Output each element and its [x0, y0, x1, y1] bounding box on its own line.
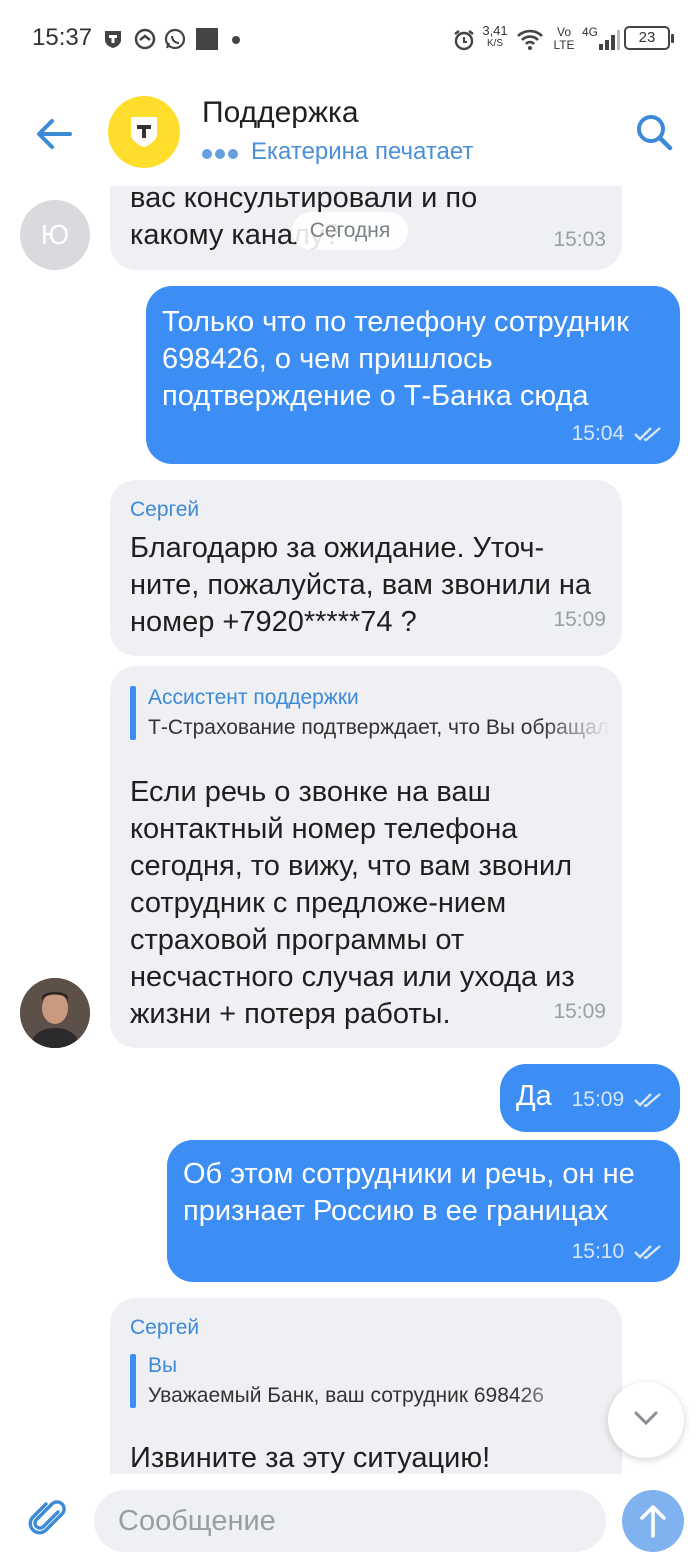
typing-status-text: Екатерина печатает [251, 138, 474, 165]
message-bubble[interactable]: Ассистент поддержки Т-Страхование подтве… [110, 666, 622, 1048]
message-text: Только что по телефону сотрудник 698426,… [162, 306, 629, 412]
image-notification-icon [196, 28, 218, 50]
arrow-up-icon [640, 1505, 666, 1538]
operator-avatar[interactable] [20, 978, 90, 1048]
network-speed: 3,41 K/S [480, 24, 510, 50]
message-time: 15:09 [553, 608, 606, 631]
message-time-text: 15:09 [571, 1088, 625, 1111]
search-icon[interactable] [632, 110, 676, 154]
quote-author: Вы [148, 1354, 178, 1377]
signal-icon [599, 30, 620, 50]
status-time: 15:37 [32, 24, 93, 51]
bank-logo-icon [131, 117, 157, 147]
scroll-to-bottom-button[interactable] [608, 1382, 684, 1458]
typing-status: Екатерина печатает [202, 138, 473, 166]
message-sender: Сергей [130, 1316, 200, 1339]
back-arrow-icon[interactable] [30, 110, 78, 158]
wifi-icon [517, 29, 543, 50]
double-check-icon [634, 1093, 661, 1108]
battery-indicator: 23 [624, 26, 674, 50]
shield-notification-icon [105, 31, 121, 48]
message-text: Извините за эту ситуацию! [130, 1442, 491, 1474]
message-bubble[interactable]: Сергей Благодарю за ожидание. Уточ-ните,… [110, 480, 622, 656]
composer [0, 1474, 700, 1567]
volte-lte: LTE [553, 38, 575, 52]
message-bubble[interactable]: Сергей Вы Уважаемый Банк, ваш сотрудник … [110, 1298, 622, 1474]
whatsapp-icon [164, 28, 186, 50]
status-bar: 15:37 3,41 K/S Vo LTE 4G 23 [0, 0, 700, 80]
person-photo-icon [20, 978, 90, 1048]
message-input[interactable] [94, 1490, 606, 1552]
volte-indicator: Vo LTE [552, 26, 576, 52]
double-check-icon [634, 1245, 661, 1260]
speed-value: 3,41 [482, 23, 508, 38]
message-list[interactable]: Ю вас консультировали и по какому каналу… [0, 186, 700, 1474]
chat-title: Поддержка [202, 96, 359, 129]
message-text: Да [516, 1080, 552, 1112]
paperclip-icon[interactable] [28, 1498, 70, 1540]
quote-text: Т-Страхование подтверждает, что Вы обращ… [148, 716, 610, 739]
message-time: 15:10 [572, 1240, 662, 1264]
message-text: Об этом сотрудники и речь, он не признае… [183, 1158, 635, 1227]
double-check-icon [634, 427, 661, 442]
message-time-text: 15:04 [571, 422, 625, 445]
messenger-notification-icon [134, 28, 156, 50]
message-time: 15:03 [553, 228, 606, 251]
network-type: 4G [581, 25, 598, 39]
quoted-message[interactable]: Вы Уважаемый Банк, ваш сотрудник 698426 [130, 1354, 580, 1408]
typing-dots-icon [202, 138, 241, 166]
chat-header: Поддержка Екатерина печатает [0, 80, 700, 186]
date-chip: Сегодня [292, 212, 408, 250]
alarm-icon [454, 30, 474, 51]
message-time: 15:09 [572, 1088, 662, 1112]
chevron-down-icon [634, 1411, 658, 1426]
message-sender: Сергей [130, 498, 200, 521]
more-notifications-icon [232, 36, 240, 44]
quote-text: Уважаемый Банк, ваш сотрудник 698426 [148, 1384, 544, 1407]
message-time-text: 15:10 [571, 1240, 625, 1263]
speed-unit: K/S [486, 38, 504, 49]
message-text: Если речь о звонке на ваш контактный ном… [130, 776, 575, 1030]
message-time: 15:04 [572, 422, 662, 446]
bank-avatar[interactable] [108, 96, 180, 168]
message-bubble[interactable]: Да 15:09 [500, 1064, 680, 1132]
message-bubble[interactable]: Только что по телефону сотрудник 698426,… [146, 286, 680, 464]
message-text: Благодарю за ожидание. Уточ-ните, пожалу… [130, 532, 592, 638]
send-button[interactable] [622, 1490, 684, 1552]
quote-author: Ассистент поддержки [148, 686, 359, 709]
avatar-yu[interactable]: Ю [20, 200, 90, 270]
message-time: 15:09 [553, 1000, 606, 1023]
quoted-message[interactable]: Ассистент поддержки Т-Страхование подтве… [130, 686, 610, 740]
message-bubble[interactable]: Об этом сотрудники и речь, он не признае… [167, 1140, 680, 1282]
